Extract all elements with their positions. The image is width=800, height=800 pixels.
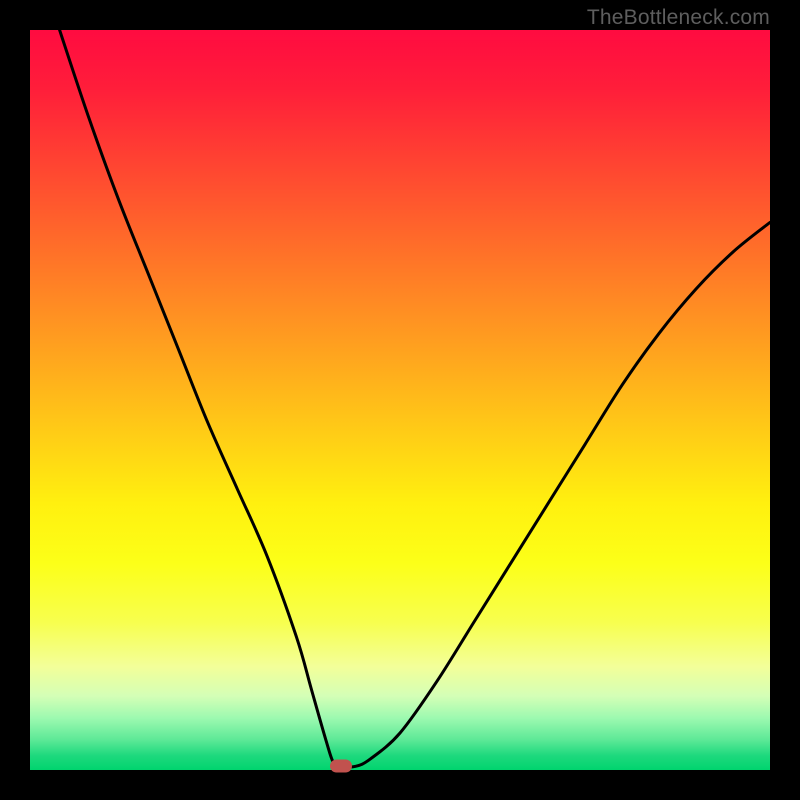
watermark-text: TheBottleneck.com — [587, 6, 770, 30]
chart-frame: TheBottleneck.com — [0, 0, 800, 800]
plot-area — [30, 30, 770, 770]
curve-path — [60, 30, 770, 767]
optimum-marker — [330, 760, 352, 773]
bottleneck-curve — [30, 30, 770, 770]
